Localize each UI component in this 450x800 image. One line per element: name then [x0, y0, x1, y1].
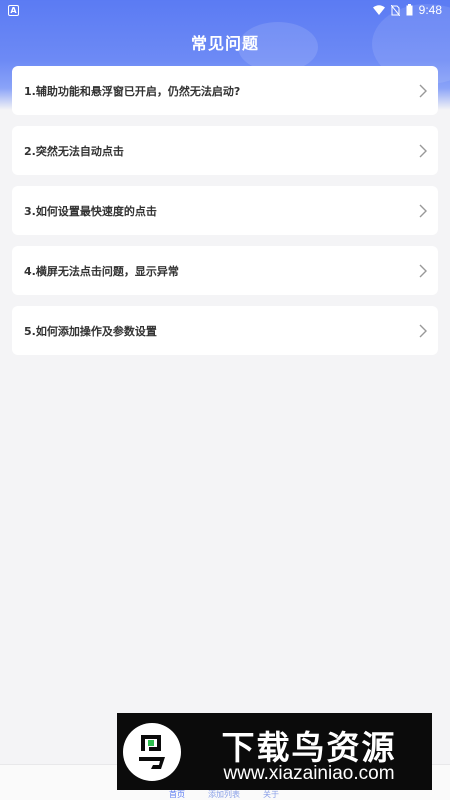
page-title: 常见问题: [190, 34, 259, 53]
screen: A 9:48 常见问题 1.辅助功能和悬浮窗已开启，仍然无法启动? 2.突然无法…: [0, 0, 450, 800]
faq-list: 1.辅助功能和悬浮窗已开启，仍然无法启动? 2.突然无法自动点击 3.如何设置最…: [12, 66, 438, 366]
clock: 9:48: [418, 3, 442, 17]
tab-about[interactable]: 关于: [263, 789, 279, 800]
chevron-right-icon: [419, 264, 427, 277]
faq-item-5[interactable]: 5.如何添加操作及参数设置: [12, 306, 438, 355]
status-left: A: [8, 4, 19, 16]
status-right: 9:48: [372, 3, 442, 17]
no-sim-icon: [390, 4, 400, 16]
bird-logo-icon: [123, 723, 181, 781]
faq-item-label: 5.如何添加操作及参数设置: [24, 324, 157, 338]
tab-add-list[interactable]: 添加列表: [208, 789, 240, 800]
watermark-banner: 下载鸟资源 www.xiazainiao.com: [117, 713, 432, 790]
wifi-icon: [372, 5, 385, 15]
faq-item-label: 2.突然无法自动点击: [24, 144, 124, 158]
chevron-right-icon: [419, 324, 427, 337]
chevron-right-icon: [419, 144, 427, 157]
battery-icon: [406, 4, 413, 16]
faq-item-label: 1.辅助功能和悬浮窗已开启，仍然无法启动?: [24, 84, 241, 98]
chevron-right-icon: [419, 84, 427, 97]
faq-item-4[interactable]: 4.横屏无法点击问题，显示异常: [12, 246, 438, 295]
tab-home[interactable]: 首页: [169, 789, 185, 800]
faq-item-1[interactable]: 1.辅助功能和悬浮窗已开启，仍然无法启动?: [12, 66, 438, 115]
watermark-title: 下载鸟资源: [221, 728, 397, 767]
app-notification-icon: A: [8, 4, 19, 16]
chevron-right-icon: [419, 204, 427, 217]
faq-item-label: 4.横屏无法点击问题，显示异常: [24, 264, 179, 278]
watermark-url: www.xiazainiao.com: [223, 763, 395, 784]
faq-item-label: 3.如何设置最快速度的点击: [24, 204, 157, 218]
status-bar: A 9:48: [0, 0, 450, 20]
faq-item-2[interactable]: 2.突然无法自动点击: [12, 126, 438, 175]
faq-item-3[interactable]: 3.如何设置最快速度的点击: [12, 186, 438, 235]
